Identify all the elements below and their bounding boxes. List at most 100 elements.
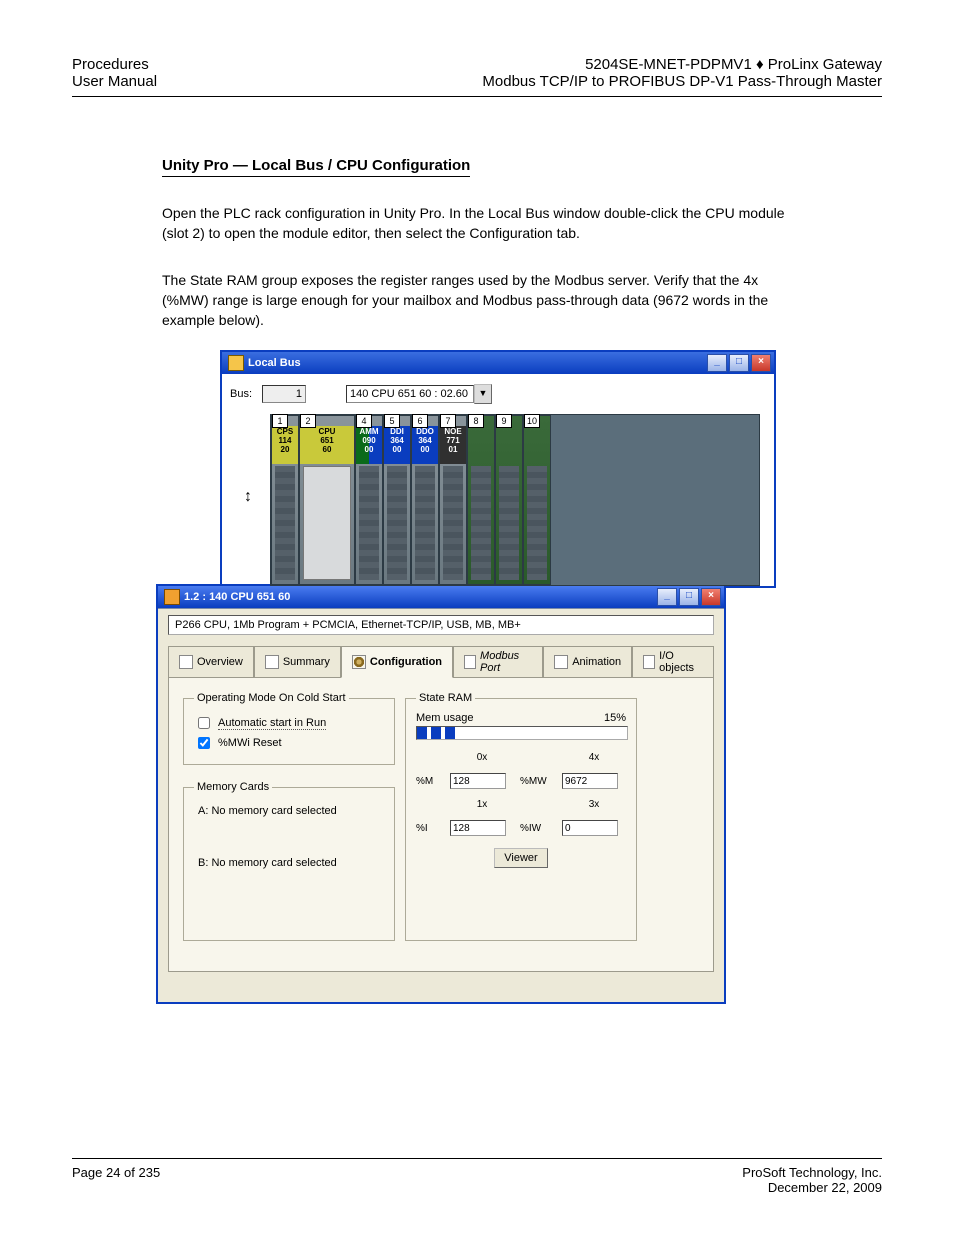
footer-left: Page 24 of 235 bbox=[72, 1165, 160, 1195]
tab-icon bbox=[643, 655, 655, 669]
module-tag: AMM09000 bbox=[356, 426, 382, 464]
minimize-button[interactable]: _ bbox=[657, 588, 677, 606]
mem-usage-pct: 15% bbox=[604, 712, 626, 724]
footer-date: December 22, 2009 bbox=[768, 1180, 882, 1195]
rack-slot-10[interactable]: 10 bbox=[523, 415, 551, 585]
page-header: Procedures User Manual 5204SE-MNET-PDPMV… bbox=[72, 56, 882, 97]
cpu-config-title: 1.2 : 140 CPU 651 60 bbox=[184, 591, 290, 603]
cpu-config-titlebar[interactable]: 1.2 : 140 CPU 651 60 _ □ × bbox=[158, 586, 724, 608]
slot-number: 9 bbox=[496, 414, 512, 428]
tab-icon bbox=[265, 655, 279, 669]
rack-slot-5[interactable]: 5DDI36400 bbox=[383, 415, 411, 585]
tab-icon bbox=[464, 655, 476, 669]
local-bus-window: Local Bus _ □ × Bus: ▼ bbox=[220, 350, 776, 588]
maximize-button[interactable]: □ bbox=[679, 588, 699, 606]
viewer-button[interactable]: Viewer bbox=[494, 848, 548, 868]
module-tag: DDO36400 bbox=[412, 426, 438, 464]
tab-modbus-port[interactable]: Modbus Port bbox=[453, 646, 543, 678]
window-icon bbox=[228, 355, 244, 371]
tab-bar: Overview Summary Configuration Modbus Po… bbox=[168, 645, 714, 677]
local-bus-title: Local Bus bbox=[248, 357, 301, 369]
bus-label: Bus: bbox=[230, 388, 252, 400]
header-right-1: 5204SE-MNET-PDPMV1 ♦ ProLinx Gateway bbox=[482, 56, 882, 73]
memory-cards-group: Memory Cards A: No memory card selected … bbox=[183, 781, 395, 941]
hdr-3x: 3x bbox=[562, 799, 626, 810]
slot-number: 10 bbox=[524, 414, 540, 428]
auto-start-checkbox[interactable] bbox=[198, 717, 210, 729]
footer-right: ProSoft Technology, Inc. bbox=[742, 1165, 882, 1180]
local-bus-titlebar[interactable]: Local Bus _ □ × bbox=[222, 352, 774, 374]
para-2: The State RAM group exposes the register… bbox=[162, 270, 802, 331]
window-icon bbox=[164, 589, 180, 605]
operating-mode-group: Operating Mode On Cold Start Automatic s… bbox=[183, 692, 395, 765]
section-title: Unity Pro — Local Bus / CPU Configuratio… bbox=[162, 157, 470, 177]
mem-usage-label: Mem usage bbox=[416, 712, 473, 724]
module-tag: NOE77101 bbox=[440, 426, 466, 464]
tab-summary[interactable]: Summary bbox=[254, 646, 341, 678]
header-right-2: Modbus TCP/IP to PROFIBUS DP-V1 Pass-Thr… bbox=[482, 73, 882, 90]
lbl-pi: %I bbox=[416, 823, 444, 834]
input-3x[interactable] bbox=[562, 820, 618, 836]
rack-slot-1[interactable]: 1CPS11420 bbox=[271, 415, 299, 585]
tab-panel: Operating Mode On Cold Start Automatic s… bbox=[168, 677, 714, 972]
mwi-reset-checkbox[interactable] bbox=[198, 737, 210, 749]
mwi-reset-label: %MWi Reset bbox=[218, 737, 282, 749]
tab-overview[interactable]: Overview bbox=[168, 646, 254, 678]
lbl-pmw: %MW bbox=[520, 776, 556, 787]
mem-usage-bar bbox=[416, 726, 628, 740]
tab-icon bbox=[179, 655, 193, 669]
hdr-4x: 4x bbox=[562, 752, 626, 763]
slot-number: 8 bbox=[468, 414, 484, 428]
operating-mode-legend: Operating Mode On Cold Start bbox=[194, 692, 349, 704]
rack-slot-7[interactable]: 7NOE77101 bbox=[439, 415, 467, 585]
slot-number: 4 bbox=[356, 414, 372, 428]
cpu-description: P266 CPU, 1Mb Program + PCMCIA, Ethernet… bbox=[168, 615, 714, 635]
screenshot: Local Bus _ □ × Bus: ▼ bbox=[220, 350, 776, 1004]
page-footer: Page 24 of 235 ProSoft Technology, Inc. … bbox=[72, 1158, 882, 1195]
header-left-2: User Manual bbox=[72, 73, 157, 90]
rack-slot-4[interactable]: 4AMM09000 bbox=[355, 415, 383, 585]
slot-number: 2 bbox=[300, 414, 316, 428]
tab-icon bbox=[554, 655, 568, 669]
input-1x[interactable] bbox=[450, 820, 506, 836]
state-ram-group: State RAM Mem usage 15% 0x 4x %M bbox=[405, 692, 637, 941]
input-0x[interactable] bbox=[450, 773, 506, 789]
header-left-1: Procedures bbox=[72, 56, 157, 73]
module-tag: CPS11420 bbox=[272, 426, 298, 464]
slot-number: 7 bbox=[440, 414, 456, 428]
memory-card-a: A: No memory card selected bbox=[198, 805, 384, 817]
cpu-config-window: 1.2 : 140 CPU 651 60 _ □ × P266 CPU, 1Mb… bbox=[156, 584, 726, 1004]
module-tag: CPU65160 bbox=[300, 426, 354, 464]
rack-slot-6[interactable]: 6DDO36400 bbox=[411, 415, 439, 585]
lbl-pm: %M bbox=[416, 776, 444, 787]
lbl-piw: %IW bbox=[520, 823, 556, 834]
close-button[interactable]: × bbox=[751, 354, 771, 372]
tab-configuration[interactable]: Configuration bbox=[341, 646, 453, 678]
slot-number: 6 bbox=[412, 414, 428, 428]
maximize-button[interactable]: □ bbox=[729, 354, 749, 372]
state-ram-legend: State RAM bbox=[416, 692, 475, 704]
para-1: Open the PLC rack configuration in Unity… bbox=[162, 203, 802, 244]
auto-start-label: Automatic start in Run bbox=[218, 717, 326, 730]
minimize-button[interactable]: _ bbox=[707, 354, 727, 372]
hdr-0x: 0x bbox=[450, 752, 514, 763]
rack-expand-icon[interactable]: ↕ bbox=[244, 488, 252, 506]
plc-rack[interactable]: 1CPS114202CPU651604AMM090005DDI364006DDO… bbox=[270, 414, 760, 586]
slot-number: 5 bbox=[384, 414, 400, 428]
input-4x[interactable] bbox=[562, 773, 618, 789]
bus-number-input[interactable] bbox=[262, 385, 306, 403]
slot-number: 1 bbox=[272, 414, 288, 428]
close-button[interactable]: × bbox=[701, 588, 721, 606]
tab-io-objects[interactable]: I/O objects bbox=[632, 646, 714, 678]
hdr-1x: 1x bbox=[450, 799, 514, 810]
rack-slot-8[interactable]: 8 bbox=[467, 415, 495, 585]
rack-slot-2[interactable]: 2CPU65160 bbox=[299, 415, 355, 585]
bus-combo-input[interactable] bbox=[346, 385, 474, 403]
tab-animation[interactable]: Animation bbox=[543, 646, 632, 678]
bus-combo-dropdown-icon[interactable]: ▼ bbox=[474, 384, 492, 404]
module-tag: DDI36400 bbox=[384, 426, 410, 464]
gear-icon bbox=[352, 655, 366, 669]
memory-cards-legend: Memory Cards bbox=[194, 781, 272, 793]
memory-card-b: B: No memory card selected bbox=[198, 857, 384, 869]
rack-slot-9[interactable]: 9 bbox=[495, 415, 523, 585]
